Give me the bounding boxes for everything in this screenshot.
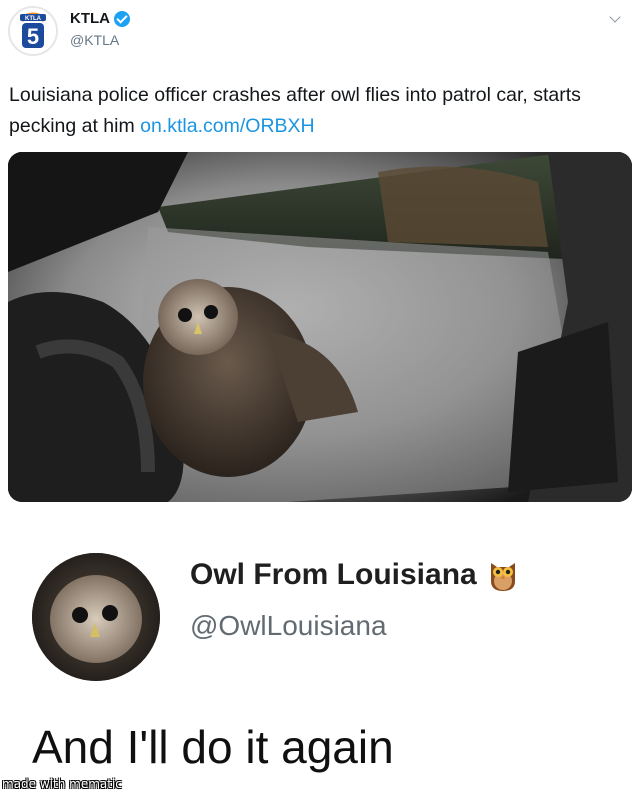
reply-text: And I'll do it again (32, 721, 394, 773)
ktla-avatar[interactable]: KTLA 5 (8, 6, 58, 56)
mematic-watermark: made with mematic (2, 777, 122, 791)
caret-down-icon[interactable] (606, 10, 626, 30)
ktla-logo: KTLA 5 (10, 8, 56, 54)
author-name[interactable]: KTLA (70, 10, 130, 27)
owl-avatar[interactable] (32, 553, 160, 681)
ktla-tweet: KTLA 5 KTLA @KTLA Louisiana police offic… (0, 0, 640, 515)
owl-in-car-photo[interactable] (8, 152, 632, 502)
reply-display-name-text: Owl From Louisiana (190, 558, 477, 591)
reply-handle[interactable]: @OwlLouisiana (190, 610, 387, 642)
ktla-channel-number: 5 (27, 24, 39, 49)
owl-emoji-icon (490, 563, 515, 591)
author-handle[interactable]: @KTLA (70, 32, 119, 48)
ktla-logo-text: KTLA (25, 16, 42, 22)
verified-badge-icon (114, 10, 130, 27)
owl-reply: Owl From Louisiana @OwlLouisiana And I'l… (0, 515, 640, 797)
tweet-link[interactable]: on.ktla.com/ORBXH (140, 115, 314, 137)
reply-display-name[interactable]: Owl From Louisiana (190, 557, 519, 593)
tweet-text: Louisiana police officer crashes after o… (9, 80, 634, 142)
author-name-text: KTLA (70, 10, 110, 27)
